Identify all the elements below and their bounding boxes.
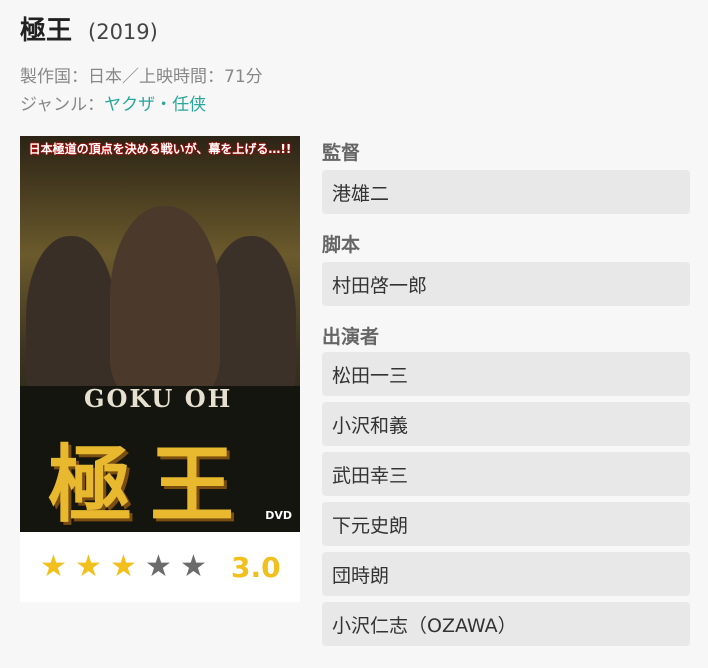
cast-chip[interactable]: 松田一三 [322, 352, 690, 396]
rating-box: ★ ★ ★ ★ ★ 3.0 [20, 532, 300, 602]
cast-chip[interactable]: 下元史朗 [322, 502, 690, 546]
star-icon: ★ [110, 549, 137, 584]
director-heading: 監督 [322, 142, 361, 164]
star-icon: ★ [145, 549, 172, 584]
poster-romaji-title: GOKU OH [84, 384, 233, 413]
movie-title: 極王 [20, 16, 73, 46]
production-info: 製作国：日本／上映時間：71分 [20, 67, 263, 87]
rating-score: 3.0 [231, 550, 281, 584]
star-rating: ★ ★ ★ ★ ★ [36, 552, 211, 582]
star-icon: ★ [40, 549, 67, 584]
cast-chip[interactable]: 小沢仁志（OZAWA） [322, 602, 690, 646]
poster-kanji-title: 極王 [48, 435, 253, 532]
movie-year: (2019) [88, 20, 158, 44]
poster-image[interactable]: 日本極道の頂点を決める戦いが、幕を上げる…!! GOKU OH 極王 DVD [20, 136, 300, 532]
director-chip[interactable]: 港雄二 [322, 170, 690, 214]
title-row: 極王 (2019) [20, 10, 158, 47]
genre-link[interactable]: ヤクザ・任侠 [104, 95, 206, 115]
dvd-badge: DVD [265, 509, 292, 522]
writer-heading: 脚本 [322, 234, 361, 256]
poster-tagline: 日本極道の頂点を決める戦いが、幕を上げる…!! [28, 142, 292, 156]
cast-chip[interactable]: 団時朗 [322, 552, 690, 596]
poster-figure-center [110, 206, 220, 396]
credits-panel: 監督 港雄二 脚本 村田啓一郎 出演者 松田一三 小沢和義 武田幸三 下元史朗 … [322, 136, 690, 646]
genre-row: ジャンル：ヤクザ・任侠 [20, 90, 206, 115]
star-icon: ★ [180, 549, 207, 584]
cast-chip[interactable]: 武田幸三 [322, 452, 690, 496]
star-icon: ★ [75, 549, 102, 584]
writer-chip[interactable]: 村田啓一郎 [322, 262, 690, 306]
genre-label: ジャンル： [20, 95, 105, 115]
cast-heading: 出演者 [322, 326, 380, 348]
cast-chip[interactable]: 小沢和義 [322, 402, 690, 446]
poster-figure-left [26, 236, 116, 406]
